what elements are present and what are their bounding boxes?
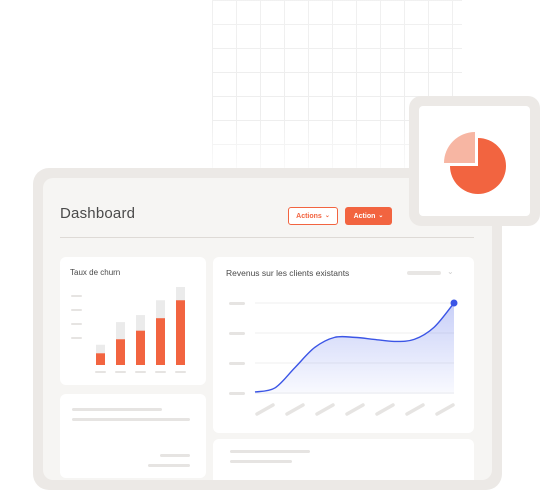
action-solid-button[interactable]: Action ⌄ [345, 207, 392, 225]
y-tick-placeholder [71, 295, 82, 297]
y-tick-placeholder [71, 323, 82, 325]
placeholder-line [160, 454, 190, 457]
y-tick-placeholder [229, 302, 245, 305]
x-tick-placeholder [435, 403, 455, 416]
x-tick-placeholder [95, 371, 106, 373]
end-point [450, 299, 458, 307]
x-tick-placeholder [375, 403, 395, 416]
x-tick-placeholder [175, 371, 186, 373]
bar [116, 339, 125, 365]
x-tick-placeholder [285, 403, 305, 416]
x-tick-placeholder [255, 403, 275, 416]
bar [156, 318, 165, 365]
bar [176, 300, 185, 365]
x-tick-placeholder [115, 371, 126, 373]
placeholder-card-right [213, 439, 474, 480]
page-title: Dashboard [60, 205, 136, 222]
revenue-card: Revenus sur les clients existants ⌄ [213, 257, 474, 433]
y-tick-placeholder [229, 392, 245, 395]
chevron-down-icon: ⌄ [324, 213, 330, 219]
churn-card: Taux de churn [60, 257, 206, 385]
action-solid-label: Action [353, 212, 376, 220]
x-tick-placeholder [315, 403, 335, 416]
placeholder-line [72, 418, 190, 421]
x-tick-placeholder [135, 371, 146, 373]
churn-bar-chart [71, 287, 186, 373]
placeholder-line [148, 464, 190, 467]
x-tick-placeholder [345, 403, 365, 416]
actions-outline-label: Actions [296, 212, 322, 220]
x-tick-placeholder [405, 403, 425, 416]
bar [96, 353, 105, 365]
y-tick-placeholder [229, 362, 245, 365]
revenue-line-chart [229, 299, 458, 416]
y-tick-placeholder [229, 332, 245, 335]
chevron-down-icon: ⌄ [378, 213, 384, 219]
x-tick-placeholder [155, 371, 166, 373]
pie-card [419, 106, 530, 216]
placeholder-line [72, 408, 162, 411]
pie-chart-icon [444, 132, 506, 194]
actions-outline-button[interactable]: Actions ⌄ [288, 207, 338, 225]
y-tick-placeholder [71, 309, 82, 311]
area-fill [255, 303, 454, 394]
pie-slice-light [444, 132, 475, 163]
placeholder-line [230, 450, 310, 453]
placeholder-card-left [60, 394, 206, 478]
header-divider [60, 237, 474, 238]
placeholder-line [230, 460, 292, 463]
y-tick-placeholder [71, 337, 82, 339]
bar [136, 330, 145, 365]
